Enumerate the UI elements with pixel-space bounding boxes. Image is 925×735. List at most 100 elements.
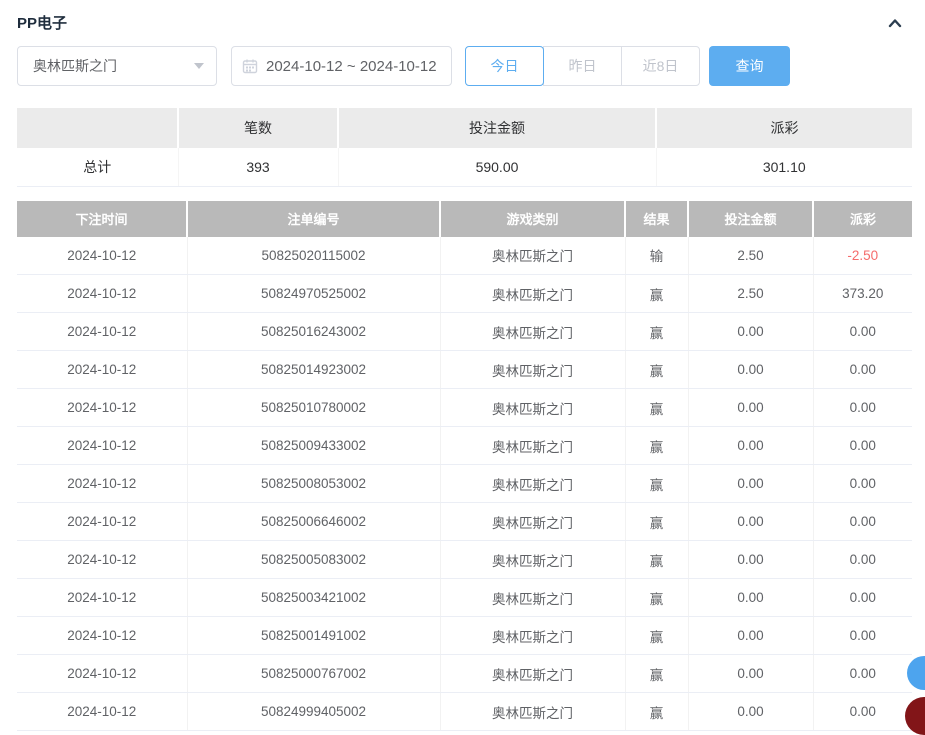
- caret-down-icon: [194, 63, 204, 69]
- date-range-input[interactable]: 2024-10-12 ~ 2024-10-12: [231, 46, 452, 86]
- cell-bet-time: 2024-10-12: [17, 465, 187, 503]
- cell-bet-number: 50825006646002: [187, 503, 440, 541]
- calendar-icon: [242, 58, 258, 74]
- cell-bet-time: 2024-10-12: [17, 389, 187, 427]
- summary-header-count: 笔数: [178, 108, 338, 148]
- summary-header-empty: [17, 108, 178, 148]
- cell-payout: 0.00: [813, 313, 912, 351]
- cell-payout: 0.00: [813, 427, 912, 465]
- game-select-value: 奥林匹斯之门: [33, 56, 117, 76]
- table-row: 2024-10-12 50825003421002 奥林匹斯之门 赢 0.00 …: [17, 579, 912, 617]
- today-button[interactable]: 今日: [465, 46, 544, 86]
- cell-game-category: 奥林匹斯之门: [440, 275, 625, 313]
- col-header-bet-time: 下注时间: [17, 201, 187, 237]
- cell-result: 输: [625, 237, 688, 275]
- cell-bet-number: 50825005083002: [187, 541, 440, 579]
- table-row: 2024-10-12 50824999405002 奥林匹斯之门 赢 0.00 …: [17, 693, 912, 731]
- cell-result: 赢: [625, 389, 688, 427]
- cell-bet-amount: 0.00: [688, 465, 813, 503]
- table-row: 2024-10-12 50825010780002 奥林匹斯之门 赢 0.00 …: [17, 389, 912, 427]
- quick-range-button-group: 今日 昨日 近8日: [465, 46, 700, 86]
- cell-payout: 0.00: [813, 541, 912, 579]
- cell-bet-time: 2024-10-12: [17, 693, 187, 731]
- summary-header-payout: 派彩: [656, 108, 912, 148]
- cell-result: 赢: [625, 693, 688, 731]
- cell-bet-time: 2024-10-12: [17, 541, 187, 579]
- cell-result: 赢: [625, 579, 688, 617]
- last-8-days-button[interactable]: 近8日: [621, 46, 700, 86]
- cell-bet-number: 50825001491002: [187, 617, 440, 655]
- collapse-button[interactable]: [885, 13, 905, 33]
- cell-bet-amount: 0.00: [688, 427, 813, 465]
- table-row: 2024-10-12 50825000767002 奥林匹斯之门 赢 0.00 …: [17, 655, 912, 693]
- cell-bet-amount: 0.00: [688, 579, 813, 617]
- cell-payout: 0.00: [813, 503, 912, 541]
- cell-game-category: 奥林匹斯之门: [440, 541, 625, 579]
- table-row: 2024-10-12 50825016243002 奥林匹斯之门 赢 0.00 …: [17, 313, 912, 351]
- col-header-payout: 派彩: [813, 201, 912, 237]
- chevron-up-icon: [887, 15, 903, 31]
- table-row: 2024-10-12 50825014923002 奥林匹斯之门 赢 0.00 …: [17, 351, 912, 389]
- summary-total-payout: 301.10: [656, 148, 912, 186]
- cell-bet-amount: 0.00: [688, 693, 813, 731]
- date-range-value: 2024-10-12 ~ 2024-10-12: [266, 58, 437, 75]
- detail-table: 下注时间 注单编号 游戏类别 结果 投注金额 派彩 2024-10-12 508…: [17, 201, 912, 732]
- cell-bet-amount: 0.00: [688, 503, 813, 541]
- summary-total-count: 393: [178, 148, 338, 186]
- cell-game-category: 奥林匹斯之门: [440, 655, 625, 693]
- col-header-bet-amount: 投注金额: [688, 201, 813, 237]
- cell-bet-number: 50825000767002: [187, 655, 440, 693]
- cell-bet-time: 2024-10-12: [17, 655, 187, 693]
- cell-game-category: 奥林匹斯之门: [440, 427, 625, 465]
- cell-bet-time: 2024-10-12: [17, 503, 187, 541]
- table-row: 2024-10-12 50825005083002 奥林匹斯之门 赢 0.00 …: [17, 541, 912, 579]
- cell-bet-amount: 0.00: [688, 351, 813, 389]
- cell-game-category: 奥林匹斯之门: [440, 313, 625, 351]
- cell-result: 赢: [625, 427, 688, 465]
- cell-payout: 0.00: [813, 351, 912, 389]
- col-header-result: 结果: [625, 201, 688, 237]
- cell-payout: 0.00: [813, 465, 912, 503]
- cell-bet-number: 50824970525002: [187, 275, 440, 313]
- detail-table-body: 2024-10-12 50825020115002 奥林匹斯之门 输 2.50 …: [17, 237, 912, 731]
- cell-game-category: 奥林匹斯之门: [440, 579, 625, 617]
- cell-payout: 0.00: [813, 389, 912, 427]
- cell-bet-number: 50825020115002: [187, 237, 440, 275]
- cell-bet-amount: 0.00: [688, 389, 813, 427]
- cell-result: 赢: [625, 275, 688, 313]
- cell-result: 赢: [625, 465, 688, 503]
- cell-game-category: 奥林匹斯之门: [440, 693, 625, 731]
- cell-game-category: 奥林匹斯之门: [440, 351, 625, 389]
- cell-bet-time: 2024-10-12: [17, 313, 187, 351]
- cell-bet-amount: 0.00: [688, 617, 813, 655]
- cell-bet-number: 50825016243002: [187, 313, 440, 351]
- cell-result: 赢: [625, 617, 688, 655]
- cell-bet-number: 50825014923002: [187, 351, 440, 389]
- cell-bet-amount: 2.50: [688, 275, 813, 313]
- cell-result: 赢: [625, 541, 688, 579]
- cell-payout: 373.20: [813, 275, 912, 313]
- cell-payout: 0.00: [813, 655, 912, 693]
- search-button[interactable]: 查询: [709, 46, 790, 86]
- col-header-bet-number: 注单编号: [187, 201, 440, 237]
- game-select[interactable]: 奥林匹斯之门: [17, 46, 217, 86]
- pp-electronic-report-panel: PP电子 奥林匹斯之门: [0, 0, 925, 735]
- cell-bet-amount: 0.00: [688, 541, 813, 579]
- cell-game-category: 奥林匹斯之门: [440, 389, 625, 427]
- table-row: 2024-10-12 50825006646002 奥林匹斯之门 赢 0.00 …: [17, 503, 912, 541]
- cell-bet-time: 2024-10-12: [17, 427, 187, 465]
- table-row: 2024-10-12 50824970525002 奥林匹斯之门 赢 2.50 …: [17, 275, 912, 313]
- cell-bet-time: 2024-10-12: [17, 275, 187, 313]
- cell-result: 赢: [625, 503, 688, 541]
- page-title: PP电子: [17, 12, 67, 33]
- cell-result: 赢: [625, 655, 688, 693]
- yesterday-button[interactable]: 昨日: [543, 46, 622, 86]
- cell-bet-time: 2024-10-12: [17, 351, 187, 389]
- summary-total-bet-amount: 590.00: [338, 148, 656, 186]
- summary-table: 笔数 投注金额 派彩 总计 393 590.00 301.10: [17, 108, 912, 187]
- cell-bet-time: 2024-10-12: [17, 579, 187, 617]
- cell-payout: 0.00: [813, 579, 912, 617]
- table-row: 2024-10-12 50825020115002 奥林匹斯之门 输 2.50 …: [17, 237, 912, 275]
- summary-total-label: 总计: [17, 148, 178, 186]
- table-row: 2024-10-12 50825001491002 奥林匹斯之门 赢 0.00 …: [17, 617, 912, 655]
